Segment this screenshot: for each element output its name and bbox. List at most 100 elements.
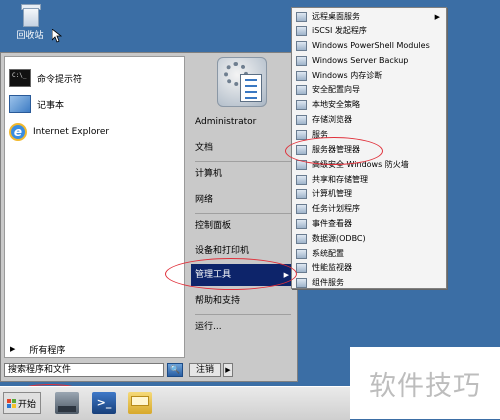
firewall-icon bbox=[296, 159, 307, 170]
watermark: 软件技巧 bbox=[350, 347, 500, 419]
system-config-icon bbox=[296, 248, 307, 259]
recycle-bin[interactable]: 回收站 bbox=[12, 2, 48, 41]
recycle-bin-icon bbox=[19, 2, 41, 27]
menu-control-panel[interactable]: 控制面板 bbox=[191, 215, 293, 237]
submenu-item[interactable]: 性能监视器 bbox=[294, 261, 444, 274]
submenu-item[interactable]: 事件查看器 bbox=[294, 217, 444, 230]
menu-administrator[interactable]: Administrator bbox=[191, 111, 293, 133]
submenu-item[interactable]: 存储浏览器 bbox=[294, 113, 444, 126]
start-menu: C:\_ 命令提示符 记事本 e Internet Explorer ▶ 所有程… bbox=[0, 52, 298, 382]
program-label: Internet Explorer bbox=[33, 127, 110, 137]
submenu-item[interactable]: 共享和存储管理 bbox=[294, 173, 444, 186]
search-input[interactable]: 搜索程序和文件 bbox=[4, 363, 164, 377]
admin-tools-label: 管理工具 bbox=[195, 270, 232, 280]
log-off-button[interactable]: 注销 bbox=[189, 363, 221, 377]
submenu-label: 高级安全 Windows 防火墙 bbox=[312, 160, 409, 169]
program-label: 命令提示符 bbox=[37, 74, 83, 85]
submenu-item[interactable]: Windows Server Backup bbox=[294, 54, 444, 67]
submenu-label: Windows Server Backup bbox=[312, 56, 409, 65]
submenu-item[interactable]: Windows 内存诊断 bbox=[294, 69, 444, 82]
pinned-programs-pane: C:\_ 命令提示符 记事本 e Internet Explorer bbox=[4, 56, 185, 358]
all-programs-label: 所有程序 bbox=[29, 345, 66, 356]
submenu-label: 服务器管理器 bbox=[312, 145, 360, 154]
submenu-label: 共享和存储管理 bbox=[312, 175, 368, 184]
local-policy-icon bbox=[296, 99, 307, 110]
submenu-label: 系统配置 bbox=[312, 249, 344, 258]
submenu-label: 数据源(ODBC) bbox=[312, 234, 366, 243]
menu-documents[interactable]: 文档 bbox=[191, 137, 293, 159]
services-icon bbox=[296, 129, 307, 140]
submenu-item[interactable]: 服务 bbox=[294, 128, 444, 141]
start-button[interactable]: 开始 bbox=[3, 392, 41, 414]
arrow-right-icon: ▶ bbox=[10, 345, 16, 353]
menu-administrative-tools[interactable]: 管理工具 ▶ bbox=[191, 264, 293, 286]
submenu-label: 安全配置向导 bbox=[312, 85, 360, 94]
security-wizard-icon bbox=[296, 84, 307, 95]
submenu-item[interactable]: 远程桌面服务 ▶ bbox=[294, 10, 444, 23]
task-scheduler-icon bbox=[296, 203, 307, 214]
menu-network[interactable]: 网络 bbox=[191, 189, 293, 211]
powershell-icon[interactable]: >_ bbox=[92, 392, 116, 414]
all-programs-button[interactable]: ▶ 所有程序 bbox=[4, 341, 185, 357]
submenu-label: 服务 bbox=[312, 130, 328, 139]
submenu-label: iSCSI 发起程序 bbox=[312, 26, 367, 35]
document-icon bbox=[240, 74, 262, 102]
submenu-item[interactable]: iSCSI 发起程序 bbox=[294, 24, 444, 37]
submenu-item[interactable]: 安全配置向导 bbox=[294, 83, 444, 96]
menu-help-support[interactable]: 帮助和支持 bbox=[191, 290, 293, 312]
arrow-right-icon: ▶ bbox=[434, 12, 440, 21]
component-services-icon bbox=[296, 277, 307, 288]
event-viewer-icon bbox=[296, 218, 307, 229]
submenu-item-server-manager[interactable]: 服务器管理器 bbox=[294, 143, 444, 156]
submenu-label: 远程桌面服务 bbox=[312, 12, 360, 21]
submenu-item[interactable]: 计算机管理 bbox=[294, 187, 444, 200]
taskbar: 开始 >_ bbox=[0, 386, 350, 420]
submenu-label: 存储浏览器 bbox=[312, 115, 352, 124]
submenu-label: 任务计划程序 bbox=[312, 204, 360, 213]
shutdown-options-arrow[interactable]: ▶ bbox=[223, 363, 233, 377]
submenu-label: 计算机管理 bbox=[312, 189, 352, 198]
submenu-label: Windows 内存诊断 bbox=[312, 71, 383, 80]
search-icon[interactable]: 🔍 bbox=[167, 363, 183, 377]
divider bbox=[195, 213, 291, 214]
submenu-label: 组件服务 bbox=[312, 278, 344, 287]
submenu-item[interactable]: Windows PowerShell Modules bbox=[294, 39, 444, 52]
divider bbox=[195, 314, 291, 315]
command-prompt-icon: C:\_ bbox=[9, 69, 31, 87]
menu-computer[interactable]: 计算机 bbox=[191, 163, 293, 185]
submenu-item[interactable]: 系统配置 bbox=[294, 247, 444, 260]
program-internet-explorer[interactable]: e Internet Explorer bbox=[9, 121, 181, 143]
submenu-item[interactable]: 本地安全策略 bbox=[294, 98, 444, 111]
submenu-label: 事件查看器 bbox=[312, 219, 352, 228]
divider bbox=[195, 161, 291, 162]
arrow-right-icon: ▶ bbox=[283, 271, 289, 279]
user-picture[interactable] bbox=[217, 57, 267, 107]
submenu-item[interactable]: 高级安全 Windows 防火墙 bbox=[294, 158, 444, 171]
server-manager-icon bbox=[296, 144, 307, 155]
recycle-bin-label: 回收站 bbox=[16, 31, 44, 41]
notepad-icon bbox=[9, 95, 31, 113]
submenu-label: Windows PowerShell Modules bbox=[312, 41, 430, 50]
server-manager-icon[interactable] bbox=[55, 392, 79, 414]
storage-explorer-icon bbox=[296, 114, 307, 125]
submenu-label: 性能监视器 bbox=[312, 263, 352, 272]
computer-management-icon bbox=[296, 188, 307, 199]
start-label: 开始 bbox=[18, 399, 37, 410]
performance-monitor-icon bbox=[296, 262, 307, 273]
iscsi-icon bbox=[296, 25, 307, 36]
menu-devices-printers[interactable]: 设备和打印机 bbox=[191, 240, 293, 262]
submenu-item[interactable]: 任务计划程序 bbox=[294, 202, 444, 215]
explorer-icon[interactable] bbox=[128, 392, 152, 414]
submenu-item[interactable]: 组件服务 bbox=[294, 276, 444, 289]
submenu-item[interactable]: 数据源(ODBC) bbox=[294, 232, 444, 245]
submenu-label: 本地安全策略 bbox=[312, 100, 360, 109]
powershell-icon bbox=[296, 40, 307, 51]
program-notepad[interactable]: 记事本 bbox=[9, 93, 181, 115]
share-storage-icon bbox=[296, 174, 307, 185]
windows-logo-icon bbox=[7, 398, 16, 408]
odbc-icon bbox=[296, 233, 307, 244]
internet-explorer-icon: e bbox=[9, 123, 27, 141]
menu-run[interactable]: 运行... bbox=[191, 316, 293, 338]
program-label: 记事本 bbox=[37, 100, 65, 111]
program-command-prompt[interactable]: C:\_ 命令提示符 bbox=[9, 67, 181, 89]
